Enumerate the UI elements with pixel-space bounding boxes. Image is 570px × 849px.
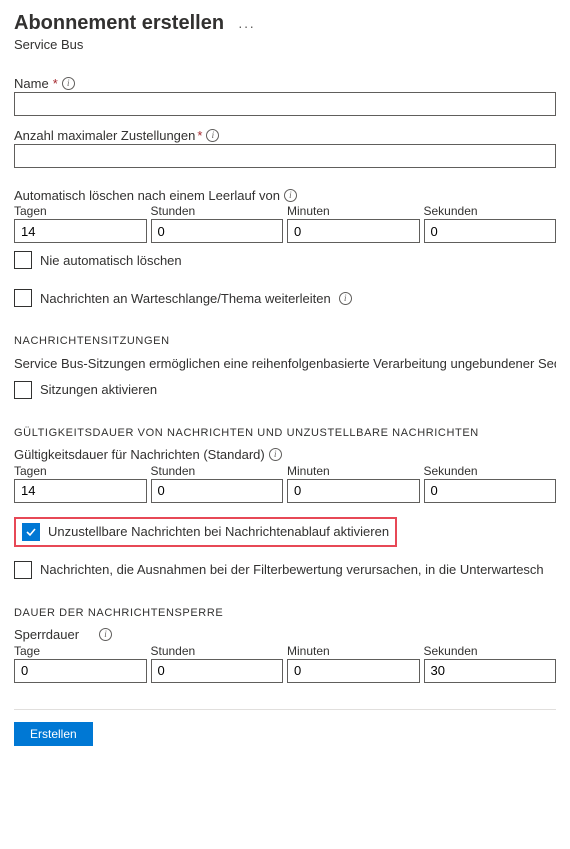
seconds-label: Sekunden <box>424 464 557 478</box>
lock-heading: DAUER DER NACHRICHTENSPERRE <box>14 607 556 619</box>
info-icon[interactable]: i <box>284 189 297 202</box>
name-input[interactable] <box>14 92 556 116</box>
ttl-hours-input[interactable] <box>151 479 284 503</box>
ttl-minutes-input[interactable] <box>287 479 420 503</box>
filter-exception-label: Nachrichten, die Ausnahmen bei der Filte… <box>40 562 544 577</box>
minutes-label: Minuten <box>287 204 420 218</box>
auto-delete-days-input[interactable] <box>14 219 147 243</box>
dead-letter-label: Unzustellbare Nachrichten bei Nachrichte… <box>48 524 389 539</box>
info-icon[interactable]: i <box>269 448 282 461</box>
filter-exception-checkbox[interactable] <box>14 561 32 579</box>
dead-letter-highlight: Unzustellbare Nachrichten bei Nachrichte… <box>14 517 397 547</box>
sessions-description: Service Bus-Sitzungen ermöglichen eine r… <box>14 355 556 373</box>
forward-messages-label: Nachrichten an Warteschlange/Thema weite… <box>40 291 331 306</box>
ttl-heading: GÜLTIGKEITSDAUER VON NACHRICHTEN UND UNZ… <box>14 427 556 439</box>
enable-sessions-checkbox[interactable] <box>14 381 32 399</box>
ttl-days-input[interactable] <box>14 479 147 503</box>
info-icon[interactable]: i <box>62 77 75 90</box>
lock-seconds-input[interactable] <box>424 659 557 683</box>
page-title: Abonnement erstellen <box>14 12 224 35</box>
hours-label: Stunden <box>151 464 284 478</box>
info-icon[interactable]: i <box>99 628 112 641</box>
create-button[interactable]: Erstellen <box>14 722 93 746</box>
seconds-label: Sekunden <box>424 644 557 658</box>
forward-messages-checkbox[interactable] <box>14 289 32 307</box>
ttl-seconds-input[interactable] <box>424 479 557 503</box>
max-deliveries-input[interactable] <box>14 144 556 168</box>
auto-delete-seconds-input[interactable] <box>424 219 557 243</box>
info-icon[interactable]: i <box>339 292 352 305</box>
minutes-label: Minuten <box>287 644 420 658</box>
lock-days-input[interactable] <box>14 659 147 683</box>
ttl-label: Gültigkeitsdauer für Nachrichten (Standa… <box>14 447 265 462</box>
info-icon[interactable]: i <box>206 129 219 142</box>
sessions-heading: NACHRICHTENSITZUNGEN <box>14 335 556 347</box>
lock-label: Sperrdauer <box>14 627 79 642</box>
auto-delete-hours-input[interactable] <box>151 219 284 243</box>
minutes-label: Minuten <box>287 464 420 478</box>
never-auto-delete-label: Nie automatisch löschen <box>40 253 182 268</box>
more-actions-button[interactable]: ··· <box>238 18 255 34</box>
required-marker: * <box>197 128 202 143</box>
required-marker: * <box>53 76 58 91</box>
days-label: Tage <box>14 644 147 658</box>
footer-separator <box>14 709 556 710</box>
enable-sessions-label: Sitzungen aktivieren <box>40 382 157 397</box>
dead-letter-checkbox[interactable] <box>22 523 40 541</box>
days-label: Tagen <box>14 464 147 478</box>
page-subtitle: Service Bus <box>14 37 556 52</box>
seconds-label: Sekunden <box>424 204 557 218</box>
auto-delete-minutes-input[interactable] <box>287 219 420 243</box>
never-auto-delete-checkbox[interactable] <box>14 251 32 269</box>
max-deliveries-label: Anzahl maximaler Zustellungen <box>14 128 195 143</box>
hours-label: Stunden <box>151 644 284 658</box>
lock-minutes-input[interactable] <box>287 659 420 683</box>
name-label: Name <box>14 76 49 91</box>
auto-delete-label: Automatisch löschen nach einem Leerlauf … <box>14 188 280 203</box>
days-label: Tagen <box>14 204 147 218</box>
hours-label: Stunden <box>151 204 284 218</box>
lock-hours-input[interactable] <box>151 659 284 683</box>
